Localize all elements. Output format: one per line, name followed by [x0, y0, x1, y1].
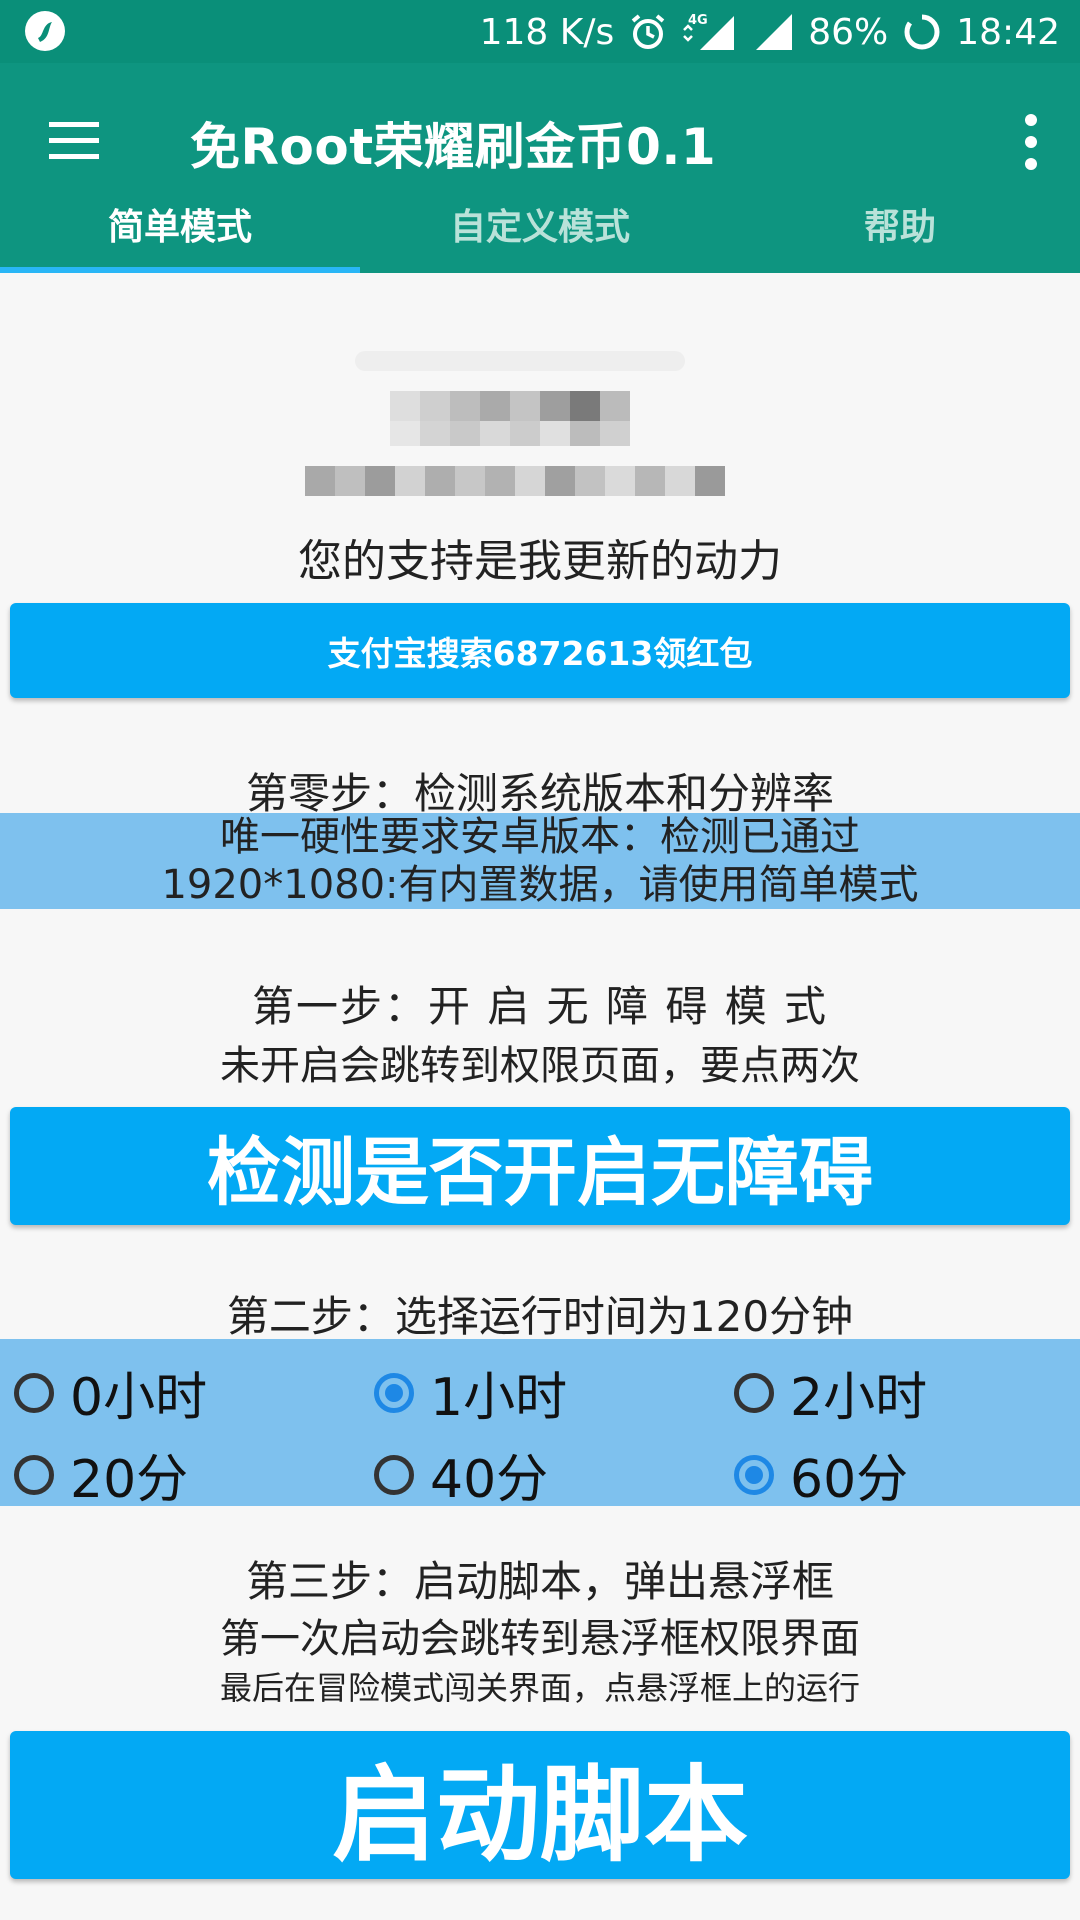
- net-speed: 118 K/s: [479, 11, 615, 53]
- step1-title: 第一步：开 启 无 障 碍 模 式: [251, 982, 829, 1031]
- support-text: 您的支持是我更新的动力: [298, 536, 782, 587]
- tab-custom-mode[interactable]: 自定义模式: [360, 170, 720, 270]
- system-check-panel: 唯一硬性要求安卓版本：检测已通过 1920*1080:有内置数据，请使用简单模式: [0, 813, 1080, 909]
- android-check-line: 唯一硬性要求安卓版本：检测已通过: [220, 814, 860, 860]
- radio-label: 40分: [430, 1450, 549, 1510]
- status-bar: 118 K/s 4G 86% 18:42: [0, 0, 1080, 63]
- tab-help[interactable]: 帮助: [720, 170, 1080, 270]
- radio-60-minutes[interactable]: 60分: [734, 1437, 908, 1512]
- radio-circle: [374, 1372, 414, 1413]
- radio-label: 0小时: [70, 1368, 208, 1428]
- radio-circle: [14, 1454, 54, 1495]
- radio-20-minutes[interactable]: 20分: [14, 1437, 188, 1512]
- radio-circle: [734, 1454, 774, 1495]
- hours-radio-group: 0小时 1小时 2小时: [0, 1345, 1080, 1428]
- step3-subtitle-2: 最后在冒险模式闯关界面，点悬浮框上的运行: [219, 1669, 860, 1707]
- radio-2-hours[interactable]: 2小时: [734, 1355, 927, 1430]
- signal-icon: [752, 12, 794, 52]
- runtime-selector-panel: 0小时 1小时 2小时 20分 40分 60分: [0, 1339, 1080, 1510]
- check-accessibility-button[interactable]: 检测是否开启无障碍: [10, 1107, 1070, 1225]
- main-content: 您的支持是我更新的动力 支付宝搜索6872613领红包 第零步：检测系统版本和分…: [0, 273, 1080, 1920]
- app-title: 免Root荣耀刷金币0.1: [190, 118, 717, 176]
- step0-title: 第零步：检测系统版本和分辨率: [245, 769, 834, 818]
- alarm-icon: [628, 12, 668, 52]
- pixelated-promo-image: [305, 351, 755, 501]
- radio-circle: [14, 1372, 54, 1413]
- radio-40-minutes[interactable]: 40分: [374, 1437, 548, 1512]
- step3-subtitle-1: 第一次启动会跳转到悬浮框权限界面: [220, 1616, 860, 1662]
- resolution-check-line: 1920*1080:有内置数据，请使用简单模式: [161, 862, 919, 908]
- minutes-radio-group: 20分 40分 60分: [0, 1427, 1080, 1510]
- hamburger-menu-icon[interactable]: [45, 116, 103, 166]
- radio-label: 1小时: [430, 1368, 568, 1428]
- network-4g-icon: 4G: [682, 10, 738, 54]
- clock: 18:42: [956, 11, 1060, 53]
- radio-1-hour[interactable]: 1小时: [374, 1355, 567, 1430]
- radio-0-hours[interactable]: 0小时: [14, 1355, 207, 1430]
- step3-title: 第三步：启动脚本，弹出悬浮框: [245, 1557, 834, 1606]
- start-script-button[interactable]: 启动脚本: [10, 1731, 1070, 1879]
- step2-title: 第二步：选择运行时间为120分钟: [226, 1292, 854, 1341]
- step1-subtitle: 未开启会跳转到权限页面，要点两次: [220, 1043, 860, 1089]
- radio-circle: [374, 1454, 414, 1495]
- radio-label: 2小时: [790, 1368, 928, 1428]
- battery-text: 86%: [808, 11, 889, 53]
- radio-label: 20分: [70, 1450, 189, 1510]
- app-notification-icon: [22, 8, 68, 54]
- tab-simple-mode[interactable]: 简单模式: [0, 170, 360, 270]
- battery-ring-icon: [902, 12, 942, 52]
- more-vert-icon[interactable]: [1018, 109, 1044, 175]
- network-label: 4G: [688, 13, 708, 28]
- radio-circle: [734, 1372, 774, 1413]
- alipay-redpacket-button[interactable]: 支付宝搜索6872613领红包: [10, 603, 1070, 698]
- radio-label: 60分: [790, 1450, 909, 1510]
- mode-tabs: 简单模式 自定义模式 帮助: [0, 170, 1080, 270]
